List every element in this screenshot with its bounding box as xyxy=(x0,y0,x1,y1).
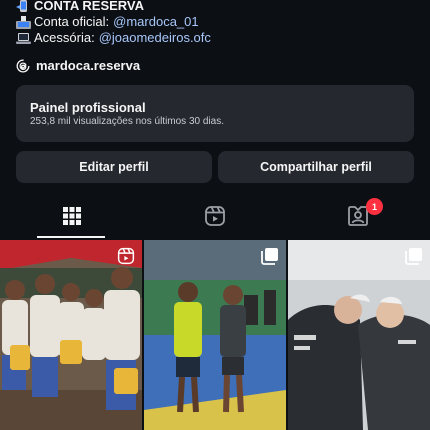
dashboard-title: Painel profissional xyxy=(30,100,146,115)
bio-line-3: Acessória: @joaomedeiros.ofc xyxy=(16,30,211,46)
post-thumbnail[interactable] xyxy=(144,240,286,430)
post-thumbnail[interactable] xyxy=(288,240,430,430)
official-account-link[interactable]: @mardoca_01 xyxy=(113,14,198,30)
futsal-court-photo xyxy=(144,240,286,430)
tab-posts-grid[interactable] xyxy=(0,196,143,240)
post-thumbnail[interactable] xyxy=(0,240,142,430)
phone-emoji-icon xyxy=(16,0,31,13)
reels-icon xyxy=(204,205,226,232)
tagged-notification-badge: 1 xyxy=(366,198,383,215)
edit-profile-button[interactable]: Editar perfil xyxy=(16,151,212,183)
active-tab-indicator xyxy=(37,236,105,238)
group-event-photo xyxy=(0,240,142,430)
bio-assistant-label: Acessória: xyxy=(34,30,95,45)
dashboard-subtitle: 253,8 mil visualizações nos últimos 30 d… xyxy=(30,116,224,127)
bio-line-1: CONTA RESERVA xyxy=(16,0,144,14)
share-profile-button[interactable]: Compartilhar perfil xyxy=(218,151,414,183)
tab-reels[interactable] xyxy=(143,196,286,240)
threads-handle: mardoca.reserva xyxy=(36,58,141,73)
tagged-icon xyxy=(347,205,369,232)
bio-line-2: Conta oficial: @mardoca_01 xyxy=(16,14,199,30)
inbox-emoji-icon xyxy=(16,15,31,29)
multi-image-icon xyxy=(261,247,279,265)
professional-dashboard[interactable]: Painel profissional 253,8 mil visualizaç… xyxy=(16,85,414,142)
reel-icon xyxy=(117,247,135,265)
assistant-account-link[interactable]: @joaomedeiros.ofc xyxy=(99,30,211,46)
threads-icon xyxy=(16,59,30,73)
multi-image-icon xyxy=(405,247,423,265)
bio-official-label: Conta oficial: xyxy=(34,14,110,29)
profile-tabs xyxy=(0,196,430,240)
bio-title: CONTA RESERVA xyxy=(34,0,145,13)
fighters-photo xyxy=(288,240,430,430)
grid-icon xyxy=(62,206,82,231)
tab-tagged[interactable] xyxy=(286,196,429,240)
laptop-emoji-icon xyxy=(16,32,31,45)
threads-link[interactable]: mardoca.reserva xyxy=(16,58,140,73)
